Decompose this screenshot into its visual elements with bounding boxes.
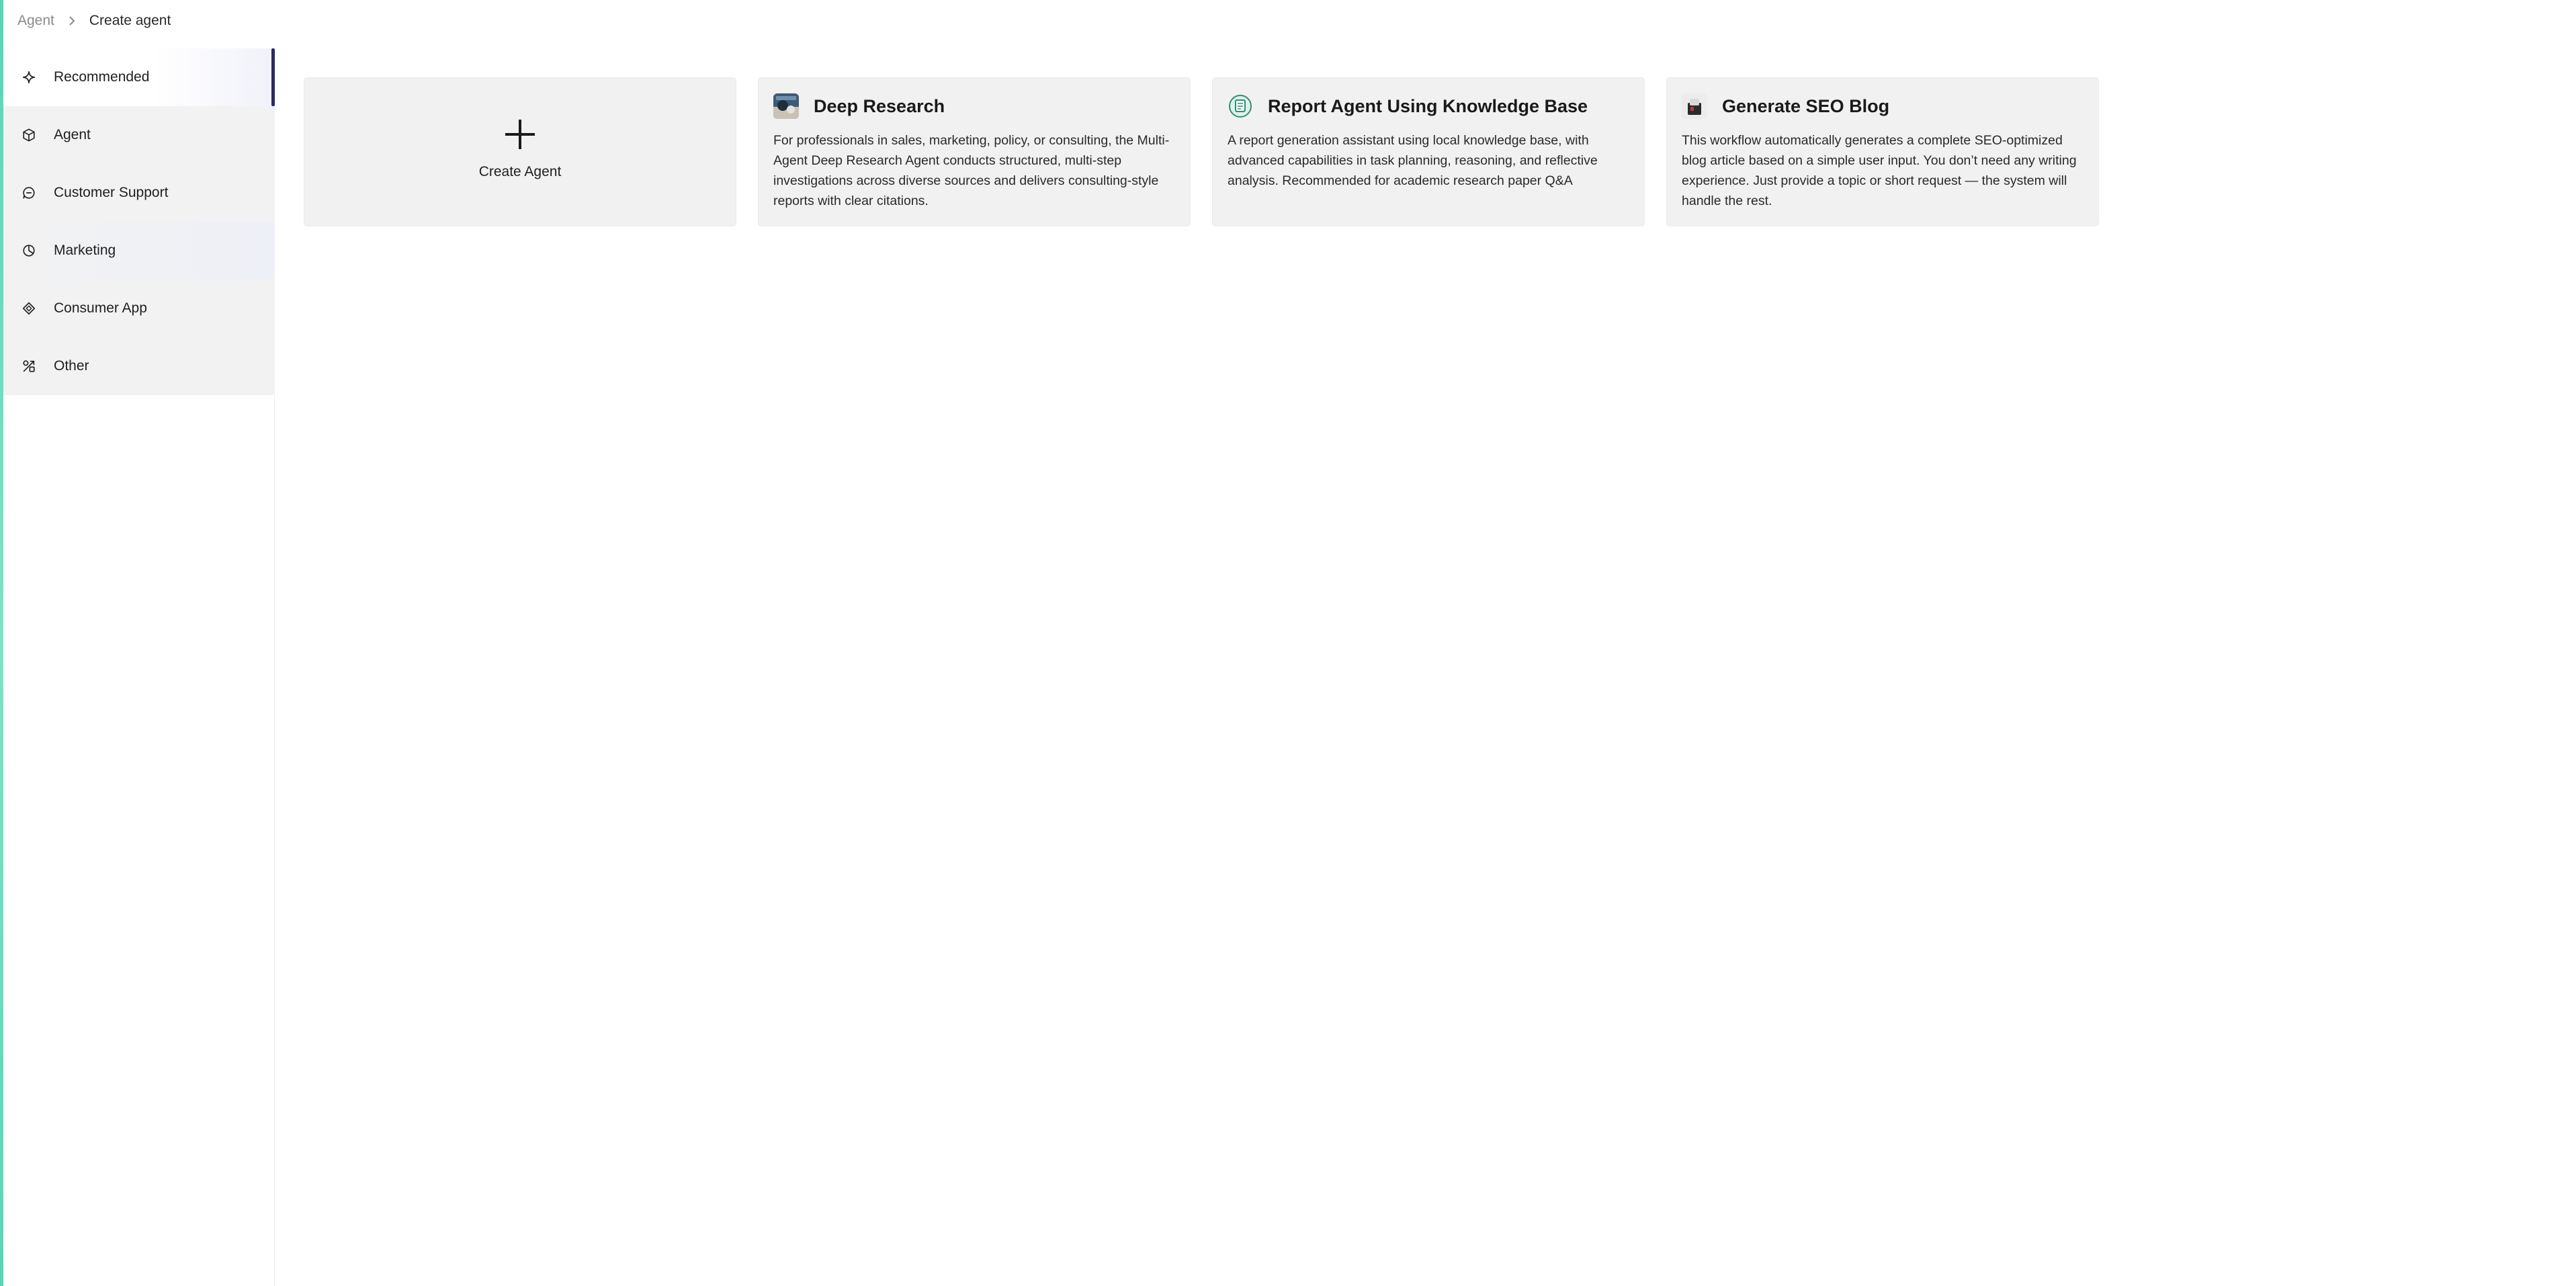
chevron-right-icon (68, 15, 76, 26)
sidebar-item-agent[interactable]: Agent (3, 106, 275, 164)
card-title: Generate SEO Blog (1722, 95, 1890, 116)
seo-blog-thumb (1682, 93, 1707, 119)
category-list: Recommended Agent Customer Support Marke… (3, 48, 275, 395)
category-sidebar: Recommended Agent Customer Support Marke… (3, 48, 275, 1286)
plus-icon (503, 117, 538, 152)
sidebar-item-label: Agent (54, 127, 91, 142)
shapes-icon (22, 359, 36, 374)
sparkle-icon (22, 70, 36, 85)
page: Agent Create agent Recommended Agent Cus… (0, 0, 2576, 1286)
sidebar-item-label: Recommended (54, 69, 150, 85)
template-card-seo-blog[interactable]: Generate SEO Blog This workflow automati… (1666, 77, 2099, 226)
sidebar-item-label: Customer Support (54, 185, 169, 200)
sidebar-item-other[interactable]: Other (3, 337, 275, 395)
report-agent-thumb (1228, 93, 1253, 119)
sidebar-item-label: Other (54, 358, 89, 374)
card-header: Generate SEO Blog (1682, 93, 2084, 120)
deep-research-thumb (773, 93, 799, 119)
app-diamond-icon (22, 301, 36, 316)
chat-bubble-icon (22, 185, 36, 200)
create-agent-label: Create Agent (478, 164, 562, 179)
card-header: Deep Research (773, 93, 1175, 120)
sidebar-item-label: Marketing (54, 243, 116, 258)
card-description: For professionals in sales, marketing, p… (773, 133, 1170, 208)
template-card-deep-research[interactable]: Deep Research For professionals in sales… (758, 77, 1191, 226)
sidebar-item-customer-support[interactable]: Customer Support (3, 164, 275, 222)
sidebar-item-recommended[interactable]: Recommended (3, 48, 275, 106)
card-description: A report generation assistant using loca… (1228, 133, 1598, 188)
template-card-report-agent[interactable]: Report Agent Using Knowledge Base A repo… (1212, 77, 1645, 226)
sidebar-item-consumer-app[interactable]: Consumer App (3, 280, 275, 337)
agent-template-grid: Create Agent Deep Research For professio… (304, 77, 2099, 226)
card-title: Deep Research (814, 95, 945, 116)
sidebar-item-label: Consumer App (54, 300, 147, 316)
pie-chart-icon (22, 243, 36, 258)
breadcrumb: Agent Create agent (17, 0, 171, 42)
breadcrumb-agent-link[interactable]: Agent (17, 13, 54, 29)
create-agent-card[interactable]: Create Agent (304, 77, 736, 226)
card-header: Report Agent Using Knowledge Base (1228, 93, 1629, 120)
breadcrumb-current: Create agent (89, 13, 171, 28)
card-title: Report Agent Using Knowledge Base (1268, 95, 1588, 116)
card-description: This workflow automatically generates a … (1682, 133, 2077, 208)
cube-icon (22, 128, 36, 142)
sidebar-item-marketing[interactable]: Marketing (3, 222, 275, 280)
